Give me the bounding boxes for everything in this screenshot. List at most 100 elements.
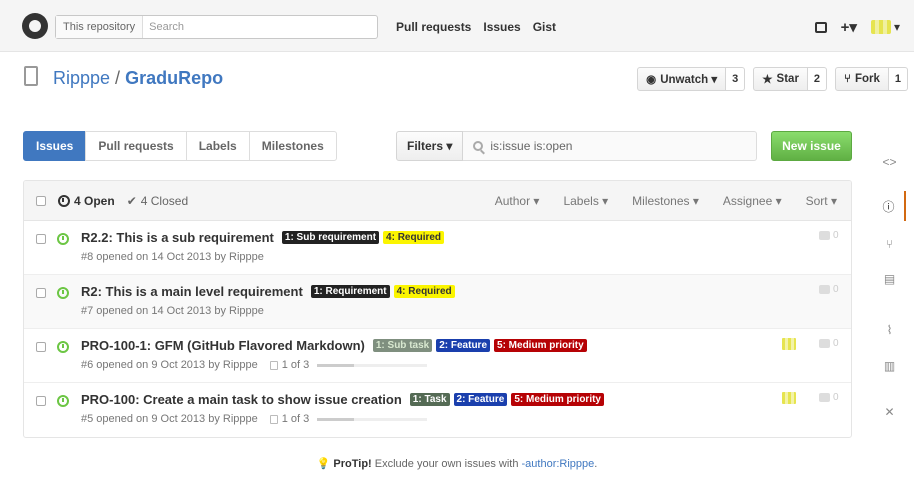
issue-meta: #6 opened on 9 Oct 2013 by Ripppe [81,359,258,371]
create-new-menu[interactable]: +▾ [841,18,857,36]
repo-separator: / [110,68,126,88]
filter-menus: Author ▾ Labels ▾ Milestones ▾ Assignee … [495,194,837,208]
select-all-checkbox[interactable] [36,195,46,206]
new-issue-button[interactable]: New issue [771,131,852,161]
issue-open-icon [57,395,69,407]
issue-title-link[interactable]: R2.2: This is a sub requirement [81,230,274,245]
unwatch-label: Unwatch ▾ [660,74,718,86]
wiki-icon[interactable]: ▤ [873,264,906,294]
settings-icon[interactable]: ✕ [873,397,906,427]
eye-icon: ◉ [646,74,657,86]
task-progress-bar [317,417,428,421]
issue-label[interactable]: 1: Task [409,393,450,406]
user-menu[interactable]: ▾ [870,20,900,34]
watchers-count[interactable]: 3 [726,67,746,91]
github-logo-icon[interactable] [22,13,48,39]
open-issues-toggle[interactable]: 4 Open [58,194,115,208]
issue-label[interactable]: 1: Sub task [372,339,433,352]
star-icon: ★ [762,74,773,86]
comments-link[interactable]: 0 [819,230,839,241]
fork-icon: ⑂ [844,73,851,85]
issue-title-link[interactable]: PRO-100: Create a main task to show issu… [81,392,402,407]
task-progress: 1 of 3 [269,413,428,425]
issue-title-link[interactable]: PRO-100-1: GFM (GitHub Flavored Markdown… [81,338,365,353]
graphs-icon[interactable]: ▥ [873,351,906,381]
star-label: Star [776,73,799,85]
repo-name-link[interactable]: GraduRepo [125,68,223,88]
table-row[interactable]: PRO-100-1: GFM (GitHub Flavored Markdown… [24,329,851,383]
check-icon: ✔ [126,193,137,208]
issue-filters: Filters ▾ [396,131,758,161]
closed-issues-toggle[interactable]: ✔ 4 Closed [127,194,188,208]
author-menu[interactable]: Author ▾ [495,194,540,208]
issue-checkbox[interactable] [36,396,46,406]
issue-label[interactable]: 5: Medium priority [494,339,587,352]
nav-gist[interactable]: Gist [533,20,556,34]
labels-menu[interactable]: Labels ▾ [563,194,608,208]
fork-label: Fork [854,73,880,85]
milestones-menu[interactable]: Milestones ▾ [632,194,699,208]
assignee-menu[interactable]: Assignee ▾ [723,194,782,208]
unwatch-button[interactable]: ◉ Unwatch ▾ [637,67,727,91]
task-count: 1 of 3 [281,413,310,425]
assignee-avatar[interactable] [782,338,796,350]
repo-sidebar-nav: <> ⓘ ⑂ ▤ ⌇ ▥ ✕ [873,137,906,427]
issue-open-icon [57,287,69,299]
protip-link[interactable]: -author:Ripppe [522,458,595,470]
filter-query-input[interactable] [490,139,731,153]
star-button[interactable]: ★ Star [753,67,808,91]
repo-owner-link[interactable]: Ripppe [53,68,110,88]
issue-title-link[interactable]: R2: This is a main level requirement [81,284,303,299]
pulse-icon[interactable]: ⌇ [873,315,906,345]
avatar [870,20,891,34]
table-row[interactable]: PRO-100: Create a main task to show issu… [24,383,851,437]
issue-meta: #7 opened on 14 Oct 2013 by Ripppe [81,305,264,317]
site-header: This repository Pull requests Issues Gis… [0,0,914,52]
comments-link[interactable]: 0 [819,392,839,403]
issue-label[interactable]: 2: Feature [436,339,491,352]
assignee-avatar[interactable] [782,392,796,404]
search-scope-label: This repository [56,16,144,38]
notifications-icon[interactable] [814,21,827,33]
issue-label[interactable]: 1: Requirement [310,285,390,298]
issue-checkbox[interactable] [36,342,46,352]
issue-label[interactable]: 4: Required [393,285,455,298]
table-row[interactable]: R2: This is a main level requirement 1: … [24,275,851,329]
table-row[interactable]: R2.2: This is a sub requirement 1: Sub r… [24,221,851,275]
pull-request-icon[interactable]: ⑂ [873,229,906,259]
issues-icon[interactable]: ⓘ [873,191,906,221]
nav-pull-requests[interactable]: Pull requests [396,20,471,34]
filters-button[interactable]: Filters ▾ [396,131,464,161]
site-search[interactable]: This repository [55,15,378,39]
search-input[interactable] [149,21,370,33]
comment-count: 0 [833,392,839,403]
header-nav: Pull requests Issues Gist [396,20,556,34]
issue-label[interactable]: 1: Sub requirement [281,231,380,244]
checklist-icon [269,414,278,424]
issue-label[interactable]: 4: Required [383,231,445,244]
chevron-down-icon: ▾ [893,20,900,34]
stargazers-count[interactable]: 2 [807,67,828,91]
tab-labels[interactable]: Labels [185,131,250,161]
issue-open-icon [57,233,69,245]
tab-pull-requests[interactable]: Pull requests [85,131,187,161]
issue-label[interactable]: 2: Feature [453,393,508,406]
issue-checkbox[interactable] [36,234,46,244]
task-progress: 1 of 3 [269,359,428,371]
comments-link[interactable]: 0 [819,284,839,295]
issues-list-header: 4 Open ✔ 4 Closed Author ▾ Labels ▾ Mile… [24,181,851,221]
fork-button[interactable]: ⑂ Fork [835,67,889,91]
open-count-label: 4 Open [74,193,115,208]
comment-count: 0 [833,284,839,295]
filter-field[interactable] [463,131,758,161]
forks-count[interactable]: 1 [888,67,908,91]
issues-subnav: Issues Pull requests Labels Milestones [23,131,337,161]
issue-label[interactable]: 5: Medium priority [511,393,604,406]
sort-menu[interactable]: Sort ▾ [806,194,837,208]
issue-checkbox[interactable] [36,288,46,298]
tab-milestones[interactable]: Milestones [248,131,337,161]
nav-issues[interactable]: Issues [483,20,520,34]
tab-issues[interactable]: Issues [23,131,87,161]
comments-link[interactable]: 0 [819,338,839,349]
code-icon[interactable]: <> [873,147,906,177]
